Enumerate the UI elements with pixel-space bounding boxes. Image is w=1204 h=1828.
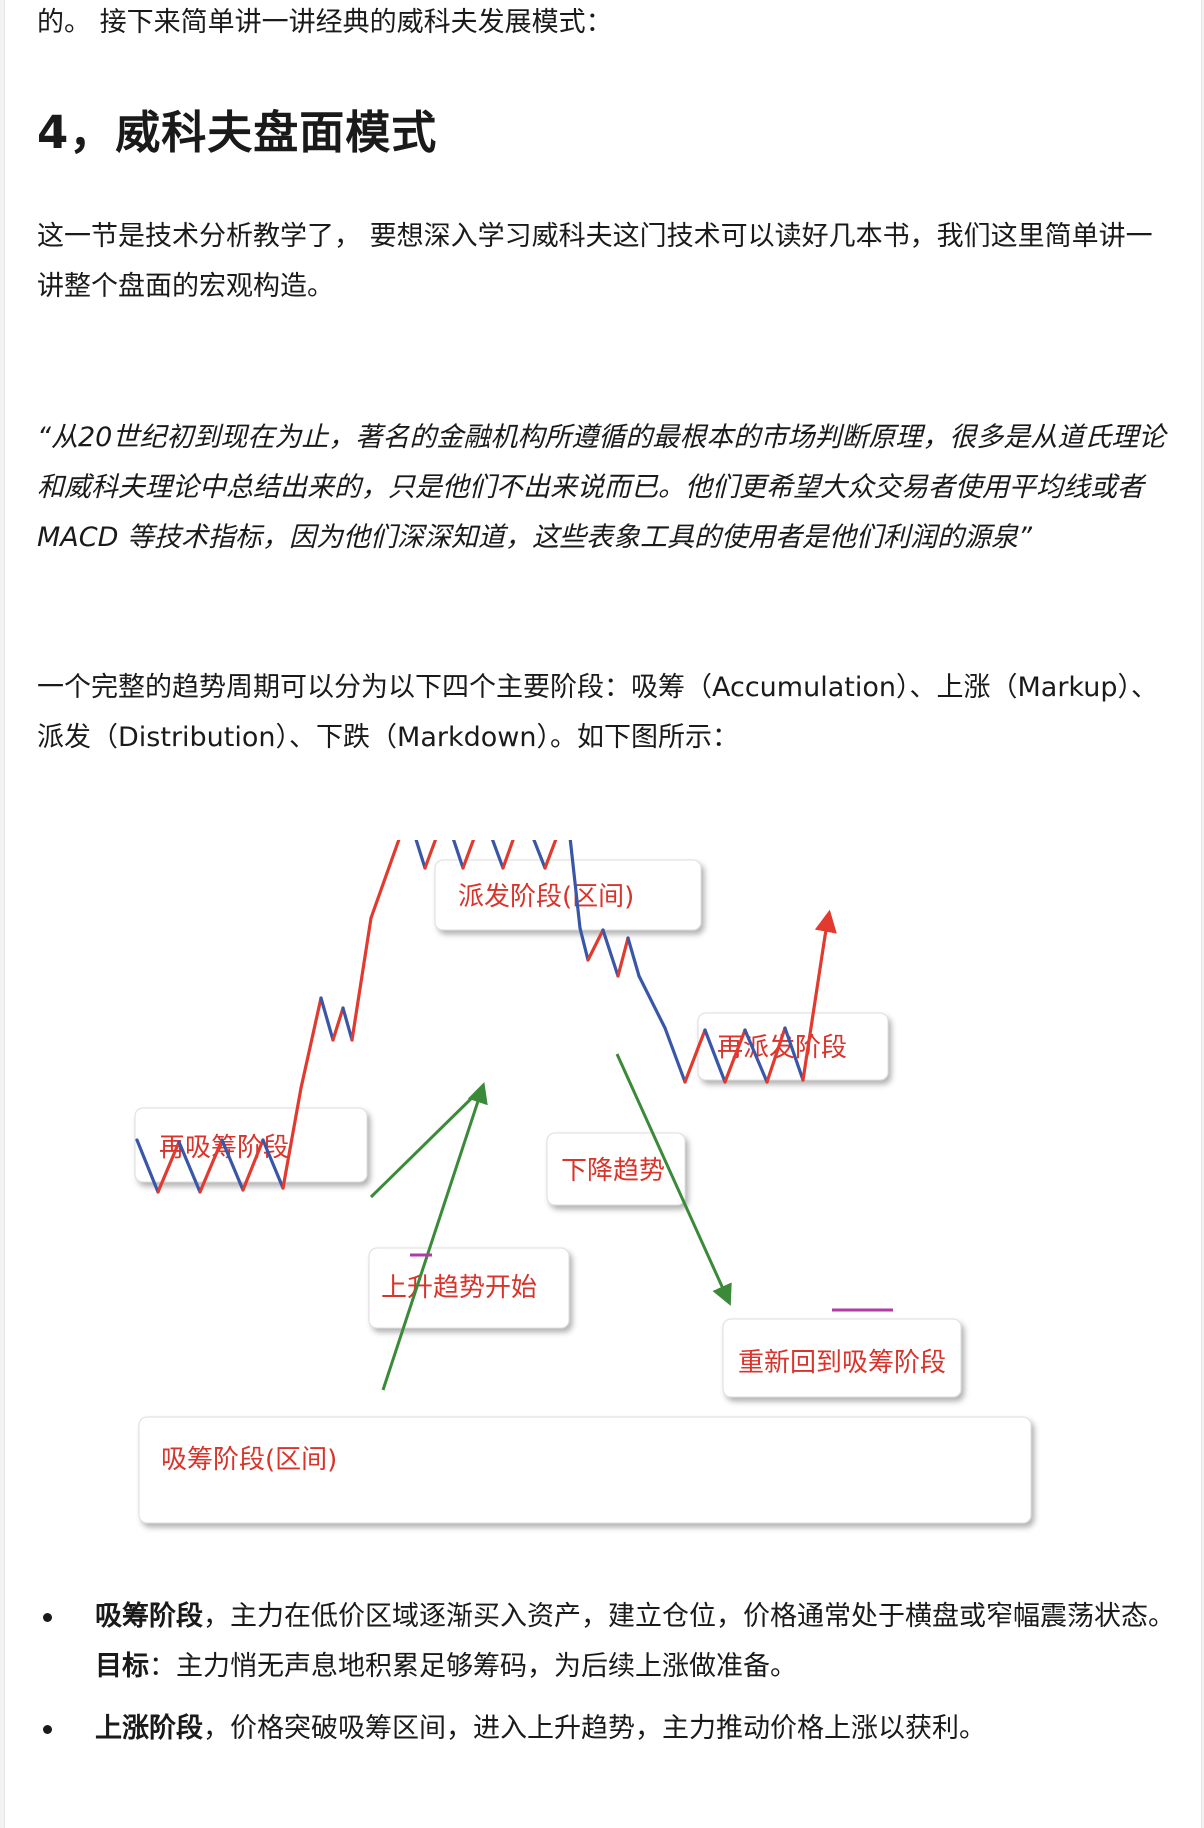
price-up-segment	[299, 996, 323, 1090]
article-page: 的。 接下来简单讲一讲经典的威科夫发展模式： 4，威科夫盘面模式 这一节是技术分…	[4, 0, 1202, 1828]
list-item-subtext: ：主力悄无声息地积累足够筹码，为后续上涨做准备。	[149, 1651, 797, 1682]
price-up-segment	[331, 1006, 345, 1042]
label-back-to-accumulation: 重新回到吸筹阶段	[738, 1348, 946, 1378]
intro-text: 的。 接下来简单讲一讲经典的威科夫发展模式：	[37, 7, 613, 38]
list-item-text: ，价格突破吸筹区间，进入上升趋势，主力推动价格上涨以获利。	[203, 1713, 986, 1744]
price-down-segment	[626, 936, 641, 978]
price-down-segment	[414, 840, 427, 870]
section-heading: 4，威科夫盘面模式	[37, 106, 438, 159]
bullet-dot	[43, 1613, 52, 1622]
distribution-label-box: 派发阶段(区间)	[434, 859, 702, 931]
price-down-segment	[341, 1006, 354, 1042]
price-up-segment	[616, 936, 630, 978]
phase-list: 吸筹阶段，主力在低价区域逐渐买入资产，建立仓位，价格通常处于横盘或窄幅震荡状态。…	[37, 1592, 1177, 1754]
price-down-segment	[663, 1026, 687, 1084]
list-item-title: 吸筹阶段	[95, 1601, 203, 1632]
accumulation-zone-box: 吸筹阶段(区间)	[138, 1416, 1032, 1524]
label-downtrend: 下降趋势	[561, 1156, 665, 1186]
intro-paragraph: 这一节是技术分析教学了， 要想深入学习威科夫这门技术可以读好几本书，我们这里简单…	[37, 221, 1153, 302]
phases-paragraph: 一个完整的趋势周期可以分为以下四个主要阶段：吸筹（Accumulation）、上…	[37, 672, 1158, 753]
price-up-arrow-icon	[814, 909, 837, 937]
uptrend-arrow-icon	[381, 1082, 488, 1391]
price-up-segment	[586, 928, 605, 962]
list-item: 吸筹阶段，主力在低价区域逐渐买入资产，建立仓位，价格通常处于横盘或窄幅震荡状态。…	[37, 1592, 1177, 1692]
list-item-subtitle: 目标	[95, 1651, 149, 1682]
price-down-segment	[637, 974, 667, 1030]
list-item: 上涨阶段，价格突破吸筹区间，进入上升趋势，主力推动价格上涨以获利。	[37, 1704, 1177, 1754]
quote-block: “从20世纪初到现在为止，著名的金融机构所遵循的最根本的市场判断原理，很多是从道…	[37, 422, 1166, 553]
price-up-segment	[369, 840, 401, 920]
list-item-title: 上涨阶段	[95, 1713, 203, 1744]
price-down-segment	[319, 996, 335, 1042]
price-down-segment	[601, 928, 620, 978]
back-to-accumulation-label-box: 重新回到吸筹阶段	[722, 1318, 962, 1398]
label-accumulation: 吸筹阶段(区间)	[161, 1445, 337, 1475]
uptrend-start-label-box: 上升趋势开始	[368, 1247, 570, 1329]
label-uptrend-start: 上升趋势开始	[381, 1273, 537, 1303]
list-item-text: ，主力在低价区域逐渐买入资产，建立仓位，价格通常处于横盘或窄幅震荡状态。	[203, 1601, 1175, 1632]
label-distribution: 派发阶段(区间)	[458, 882, 634, 912]
wyckoff-diagram: 吸筹阶段(区间) 派发阶段(区间) 再派发阶段 再吸筹阶段 下降趋势 上升趋势开…	[134, 840, 1032, 1524]
price-up-segment	[350, 916, 373, 1042]
bullet-dot	[43, 1725, 52, 1734]
price-down-segment	[578, 926, 590, 962]
downtrend-label-box: 下降趋势	[546, 1132, 686, 1206]
